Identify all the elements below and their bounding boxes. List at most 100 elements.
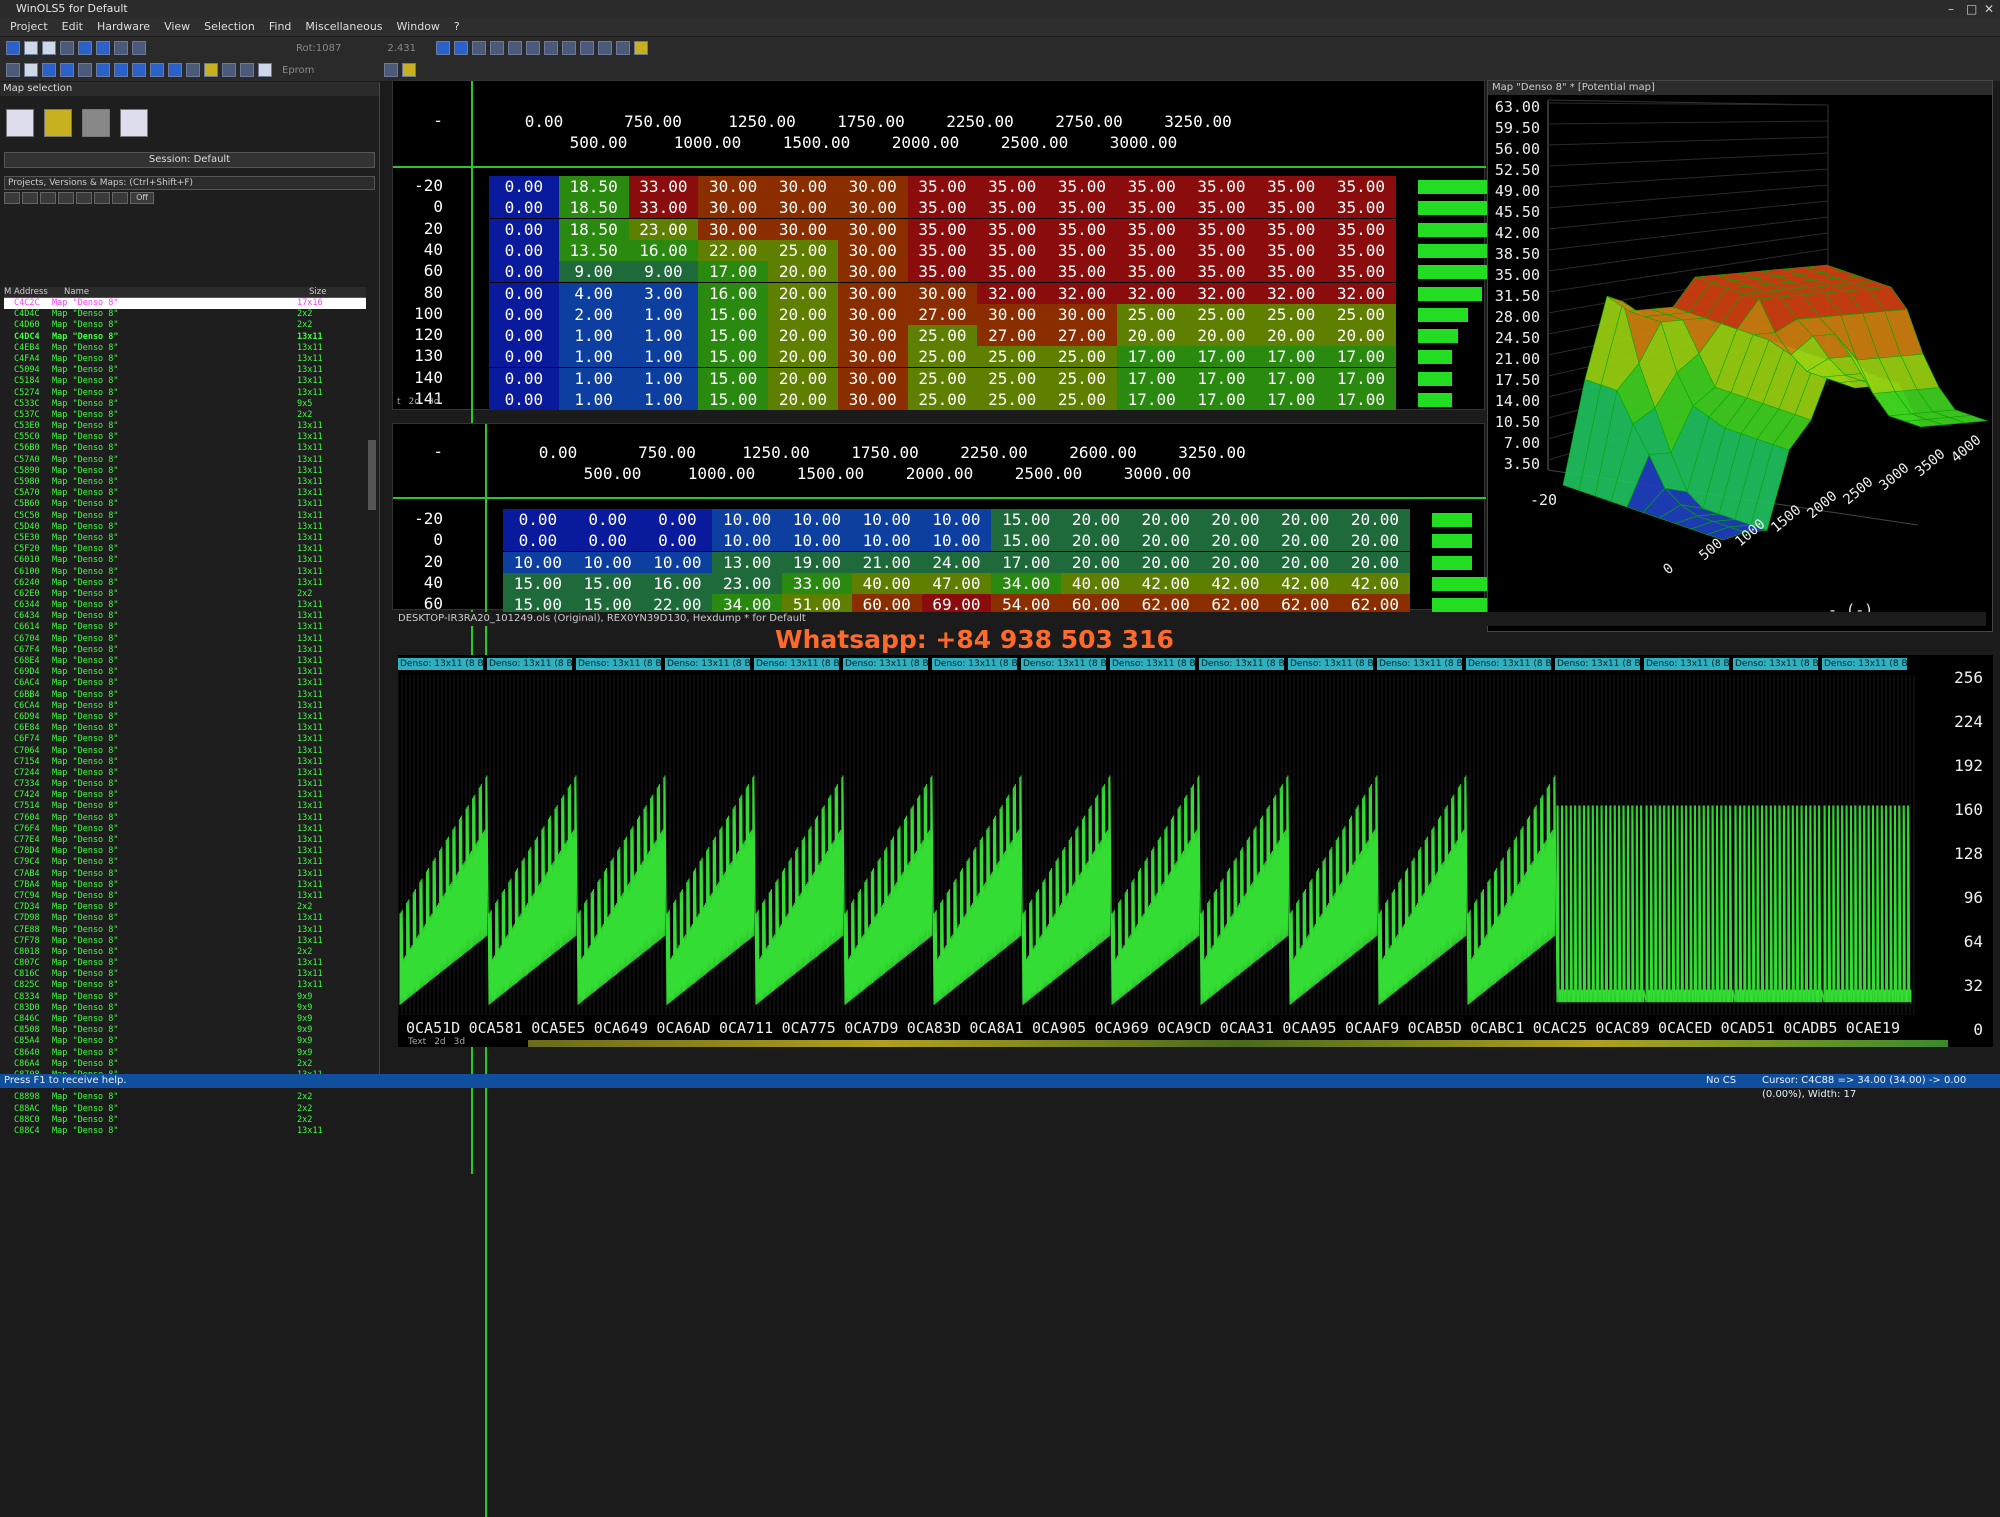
table-cell[interactable]: 15.00 (698, 389, 769, 410)
table-cell[interactable]: 35.00 (977, 261, 1048, 283)
table-cell[interactable]: 0.00 (489, 261, 559, 283)
table-cell[interactable]: 35.00 (1256, 197, 1327, 219)
table-cell[interactable]: 35.00 (907, 218, 978, 240)
table-cell[interactable]: 20.00 (1116, 325, 1187, 347)
list-item[interactable]: C6D94 Map "Denso 8" 13x11 (4, 712, 366, 723)
table-cell[interactable]: 17.00 (1186, 389, 1257, 410)
menu-hardware[interactable]: Hardware (97, 18, 150, 36)
menu-project[interactable]: Project (10, 18, 48, 36)
list-item[interactable]: C6E84 Map "Denso 8" 13x11 (4, 723, 366, 734)
table-cell[interactable]: 20.00 (1186, 325, 1257, 347)
checksum-icon[interactable] (186, 63, 200, 77)
list-item[interactable]: C7C94 Map "Denso 8" 13x11 (4, 891, 366, 902)
list-item[interactable]: C6344 Map "Denso 8" 13x11 (4, 600, 366, 611)
table-cell[interactable]: 35.00 (907, 261, 978, 283)
list-item[interactable]: C7D98 Map "Denso 8" 13x11 (4, 913, 366, 924)
open-icon[interactable] (24, 41, 38, 55)
table-cell[interactable]: 17.00 (1116, 346, 1187, 368)
list-item[interactable]: C5A70 Map "Denso 8" 13x11 (4, 488, 366, 499)
table-cell[interactable]: 32.00 (1326, 282, 1396, 304)
chart-icon[interactable] (598, 41, 612, 55)
list-item[interactable]: C85A4 Map "Denso 8" 9x9 (4, 1036, 366, 1047)
table-cell[interactable]: 25.00 (768, 239, 838, 261)
menu-edit[interactable]: Edit (62, 18, 83, 36)
session-button[interactable]: Session: Default (4, 152, 375, 168)
list-item[interactable]: C5B60 Map "Denso 8" 13x11 (4, 499, 366, 510)
list-item[interactable]: C79C4 Map "Denso 8" 13x11 (4, 857, 366, 868)
list-item[interactable]: C4D60 Map "Denso 8" 2x2 (4, 320, 366, 331)
table-cell[interactable]: 35.00 (1326, 197, 1396, 219)
table-cell[interactable]: 15.00 (698, 346, 769, 368)
table-cell[interactable]: 10.00 (503, 551, 573, 573)
table-cell[interactable]: 17.00 (1256, 346, 1327, 368)
map-list-scrollbar[interactable] (368, 440, 376, 510)
view-tab-text[interactable]: Text (408, 1037, 426, 1047)
projects-dropdown[interactable]: Projects, Versions & Maps: (Ctrl+Shift+F… (4, 176, 375, 190)
list-item[interactable]: C825C Map "Denso 8" 13x11 (4, 980, 366, 991)
list-item[interactable]: C5E30 Map "Denso 8" 13x11 (4, 533, 366, 544)
table-cell[interactable]: 20.00 (768, 367, 838, 389)
table-cell[interactable]: 0.00 (642, 530, 713, 552)
list-item[interactable]: C6CA4 Map "Denso 8" 13x11 (4, 701, 366, 712)
list-item[interactable]: C5D40 Map "Denso 8" 13x11 (4, 522, 366, 533)
folder-icon[interactable] (204, 63, 218, 77)
list-item[interactable]: C77E4 Map "Denso 8" 13x11 (4, 835, 366, 846)
table-cell[interactable]: 20.00 (1340, 509, 1410, 530)
list-item[interactable]: C6BB4 Map "Denso 8" 13x11 (4, 690, 366, 701)
minimize-button[interactable]: – (1948, 0, 1954, 18)
table-cell[interactable]: 30.00 (837, 176, 908, 197)
table-cell[interactable]: 35.00 (1047, 197, 1117, 219)
table-cell[interactable]: 15.00 (698, 325, 769, 347)
maximize-button[interactable]: □ (1966, 0, 1977, 18)
arrow-right-icon[interactable] (240, 63, 254, 77)
table-cell[interactable]: 32.00 (1256, 282, 1327, 304)
table-cell[interactable]: 1.00 (558, 367, 629, 389)
menu-miscellaneous[interactable]: Miscellaneous (305, 18, 382, 36)
table-cell[interactable]: 30.00 (698, 197, 769, 219)
help-icon[interactable] (402, 63, 417, 77)
col-size[interactable]: Size (309, 287, 326, 297)
col-address[interactable]: Address (14, 287, 64, 297)
document-icon[interactable] (24, 63, 38, 77)
text-view-icon[interactable] (454, 41, 468, 55)
list-item[interactable]: C57A0 Map "Denso 8" 13x11 (4, 455, 366, 466)
table-cell[interactable]: 2.00 (558, 303, 629, 325)
columns-icon[interactable] (508, 41, 522, 55)
list-item[interactable]: C7BA4 Map "Denso 8" 13x11 (4, 880, 366, 891)
sort-icon[interactable] (544, 41, 558, 55)
table-cell[interactable]: 27.00 (907, 303, 978, 325)
table-cell[interactable]: 0.00 (642, 509, 713, 530)
table-cell[interactable]: 10.00 (782, 509, 852, 530)
table-cell[interactable]: 42.00 (1200, 572, 1271, 594)
prev-icon[interactable] (114, 63, 128, 77)
table-cell[interactable]: 20.00 (1200, 509, 1271, 530)
table-cell[interactable]: 18.50 (558, 176, 629, 197)
table-cell[interactable]: 10.00 (642, 551, 713, 573)
table-cell[interactable]: 30.00 (768, 176, 838, 197)
table-cell[interactable]: 1.00 (628, 389, 699, 410)
table-cell[interactable]: 20.00 (1270, 509, 1341, 530)
table-cell[interactable]: 17.00 (698, 261, 769, 283)
flag-icon[interactable] (76, 192, 92, 204)
table-cell[interactable]: 16.00 (698, 282, 769, 304)
table-cell[interactable]: 3.00 (628, 282, 699, 304)
table-cell[interactable]: 25.00 (977, 367, 1048, 389)
list-item[interactable]: C7064 Map "Denso 8" 13x11 (4, 746, 366, 757)
table-cell[interactable]: 30.00 (977, 303, 1048, 325)
table-cell[interactable]: 27.00 (1047, 325, 1117, 347)
table-cell[interactable]: 17.00 (1116, 389, 1187, 410)
zoom-field[interactable]: 2.431 (381, 43, 422, 54)
table-cell[interactable]: 0.00 (572, 509, 643, 530)
table-cell[interactable]: 1.00 (558, 325, 629, 347)
table-cell[interactable]: 10.00 (921, 530, 992, 552)
table-cell[interactable]: 30.00 (768, 197, 838, 219)
list-item[interactable]: C5184 Map "Denso 8" 13x11 (4, 376, 366, 387)
table-cell[interactable]: 30.00 (698, 218, 769, 240)
table-cell[interactable]: 25.00 (1256, 303, 1327, 325)
table-cell[interactable]: 30.00 (837, 239, 908, 261)
table-cell[interactable]: 0.00 (503, 530, 573, 552)
table-cell[interactable]: 35.00 (1116, 239, 1187, 261)
table-cell[interactable]: 34.00 (991, 572, 1062, 594)
table-cell[interactable]: 1.00 (628, 367, 699, 389)
table-cell[interactable]: 23.00 (628, 218, 699, 240)
